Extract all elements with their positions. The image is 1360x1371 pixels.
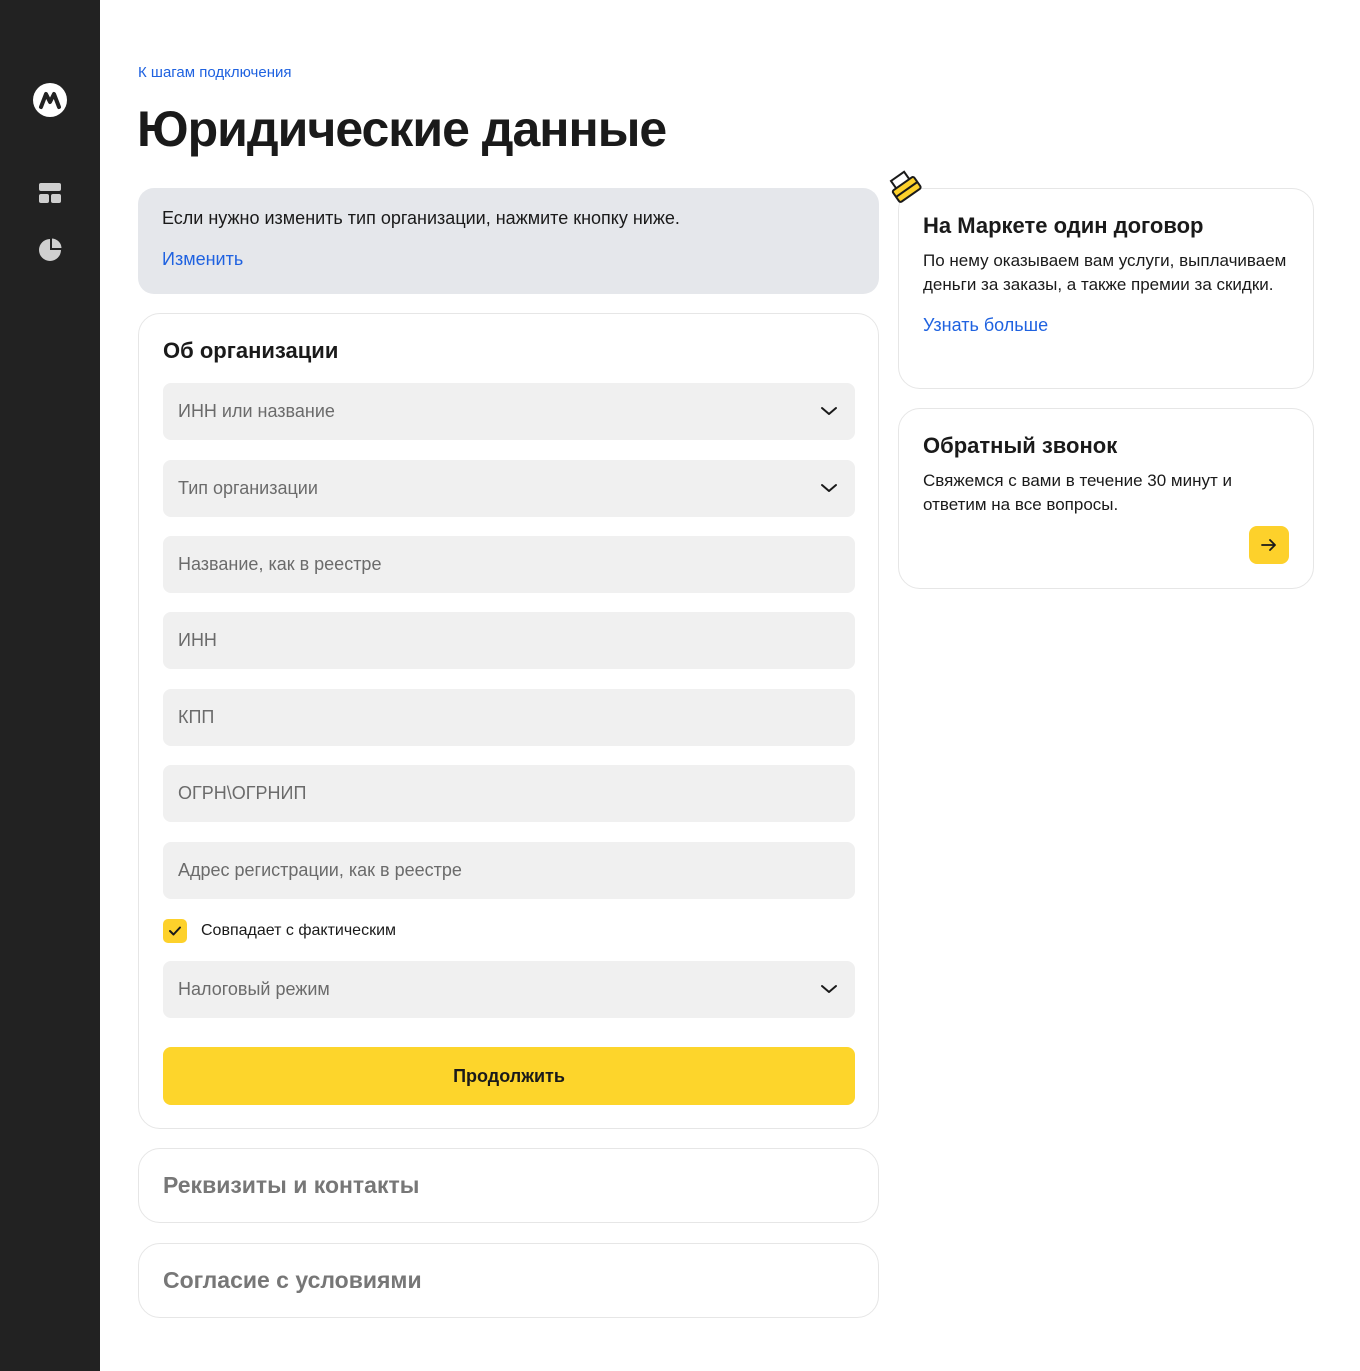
address-placeholder: Адрес регистрации, как в реестре — [178, 860, 462, 880]
change-org-type-link[interactable]: Изменить — [162, 249, 243, 270]
sidebar — [0, 0, 100, 1371]
contract-card-title: На Маркете один договор — [923, 213, 1204, 238]
org-section-title: Об организации — [163, 338, 339, 363]
registry-name-placeholder: Название, как в реестре — [178, 554, 382, 574]
page-title: Юридические данные — [137, 101, 667, 157]
inn-input[interactable]: ИНН — [163, 612, 855, 669]
tax-mode-select[interactable]: Налоговый режим — [163, 961, 855, 1018]
notice-text: Если нужно изменить тип организации, наж… — [162, 208, 680, 228]
learn-more-link[interactable]: Узнать больше — [923, 315, 1048, 336]
tax-mode-placeholder: Налоговый режим — [178, 979, 330, 999]
requisites-section-title: Реквизиты и контакты — [163, 1172, 420, 1198]
dashboard-icon[interactable] — [38, 181, 62, 205]
kpp-placeholder: КПП — [178, 707, 215, 727]
ogrn-input[interactable]: ОГРН\ОГРНИП — [163, 765, 855, 822]
kpp-input[interactable]: КПП — [163, 689, 855, 746]
callback-arrow-button[interactable] — [1249, 526, 1289, 564]
org-type-select[interactable]: Тип организации — [163, 460, 855, 517]
requisites-section[interactable]: Реквизиты и контакты — [138, 1148, 879, 1223]
agreement-section-title: Согласие с условиями — [163, 1267, 422, 1293]
binder-clip-icon — [889, 170, 922, 203]
inn-placeholder: ИНН — [178, 630, 217, 650]
same-as-actual-label: Совпадает с фактическим — [201, 922, 397, 939]
back-to-steps-link[interactable]: К шагам подключения — [138, 64, 291, 81]
contract-info-card: На Маркете один договор По нему оказывае… — [889, 170, 1314, 389]
arrow-right-icon — [1261, 539, 1276, 551]
chevron-down-icon — [821, 985, 837, 993]
chevron-down-icon — [821, 407, 837, 415]
org-section: Об организации ИНН или название Тип орга… — [138, 313, 879, 1129]
same-as-actual-row: Совпадает с фактическим — [163, 919, 396, 943]
chevron-down-icon — [821, 484, 837, 492]
address-input[interactable]: Адрес регистрации, как в реестре — [163, 842, 855, 899]
callback-card: Обратный звонок Свяжемся с вами в течени… — [898, 408, 1314, 589]
same-as-actual-checkbox[interactable] — [163, 919, 187, 943]
contract-card-text: По нему оказываем вам услуги, выплачивае… — [923, 251, 1287, 294]
check-icon — [169, 926, 181, 936]
callback-card-text: Свяжемся с вами в течение 30 минут и отв… — [923, 471, 1233, 514]
change-org-type-notice: Если нужно изменить тип организации, наж… — [138, 188, 879, 294]
callback-card-title: Обратный звонок — [923, 433, 1118, 458]
continue-button[interactable]: Продолжить — [163, 1047, 855, 1105]
ogrn-placeholder: ОГРН\ОГРНИП — [178, 783, 307, 803]
pie-chart-icon[interactable] — [38, 238, 62, 262]
agreement-section[interactable]: Согласие с условиями — [138, 1243, 879, 1318]
inn-or-name-select[interactable]: ИНН или название — [163, 383, 855, 440]
org-type-placeholder: Тип организации — [178, 478, 318, 498]
inn-or-name-placeholder: ИНН или название — [178, 401, 335, 421]
market-logo-icon[interactable] — [33, 83, 67, 117]
registry-name-input[interactable]: Название, как в реестре — [163, 536, 855, 593]
